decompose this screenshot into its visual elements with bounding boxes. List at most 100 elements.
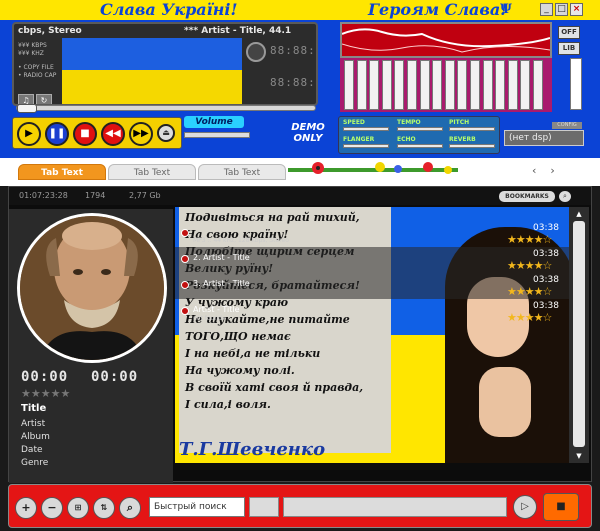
find-button[interactable]: ⌕ <box>119 497 141 519</box>
scroll-up-icon[interactable]: ▲ <box>573 209 585 219</box>
pause-button[interactable]: ❚❚ <box>45 122 69 146</box>
speed-label: SPEED <box>343 119 365 126</box>
eq-band-slider[interactable] <box>495 60 506 110</box>
eq-band-slider[interactable] <box>444 60 455 110</box>
sort-button[interactable]: ⇅ <box>93 497 115 519</box>
player-window: Слава Україні! Героям Слава! Ψ _ □ × cbp… <box>0 0 600 531</box>
total-time-led: 00:00 <box>91 369 139 385</box>
meta-title: Title <box>21 403 47 414</box>
eq-band-slider[interactable] <box>419 60 430 110</box>
previous-button[interactable]: ◀◀ <box>101 122 125 146</box>
seek-slider-handle[interactable] <box>17 104 37 113</box>
not-found-text: not found» <box>193 315 226 322</box>
reverb-slider[interactable] <box>449 144 495 148</box>
bottom-toolbar: + − ⊞ ⇅ ⌕ Быстрый поиск ▷ ■ <box>8 484 592 528</box>
record-icon <box>181 229 189 237</box>
bottom-stop-button[interactable]: ■ <box>543 493 579 521</box>
poem-line: І сила,і воля. <box>185 398 271 411</box>
playlist-search-icon[interactable]: ⌕ <box>559 191 571 202</box>
tab-prev-button[interactable]: ‹ <box>532 164 536 177</box>
record-icon <box>181 255 189 263</box>
eq-band-slider[interactable] <box>470 60 480 110</box>
playlist-mode-slot[interactable] <box>249 497 279 517</box>
playlist-row-rating[interactable]: ★★★★☆ <box>507 233 552 246</box>
playlist-row-4[interactable]: Artist - Title 03:38 ★★★★☆ not found» <box>175 299 569 325</box>
khz-indicator: ¥¥¥ KHZ <box>18 50 44 57</box>
eq-band-slider[interactable] <box>369 60 380 110</box>
add-track-button[interactable]: + <box>15 497 37 519</box>
demo-only-label: DEMO ONLY <box>286 122 330 144</box>
bookmarks-button[interactable]: BOOKMARKS <box>499 191 555 202</box>
next-button[interactable]: ▶▶ <box>129 122 153 146</box>
maximize-button[interactable]: □ <box>555 3 568 16</box>
playlist-row-2[interactable]: 2. Artist - Title 03:38 ★★★★☆ <box>175 247 569 273</box>
eq-preamp-slider[interactable] <box>570 58 582 110</box>
eq-band-slider[interactable] <box>432 60 443 110</box>
play-button[interactable]: ▶ <box>17 122 41 146</box>
playlist-row-duration: 03:38 <box>533 249 559 259</box>
poem-line: ТОГО,ЩО немає <box>185 330 291 343</box>
record-icon <box>181 307 189 315</box>
flowers-decoration-icon <box>288 162 458 174</box>
playlist-row-rating[interactable]: ★★★★☆ <box>507 311 552 324</box>
clock-knob-icon[interactable] <box>246 42 266 62</box>
eq-band-slider[interactable] <box>457 60 468 110</box>
minimize-button[interactable]: _ <box>540 3 553 16</box>
meta-artist: Artist <box>21 419 46 429</box>
playlist-row-3[interactable]: 3. Artist - Title 03:38 ★★★★☆ <box>175 273 569 299</box>
echo-slider[interactable] <box>397 144 443 148</box>
equalizer-bands <box>344 60 548 110</box>
eject-button[interactable]: ⏏ <box>157 124 175 142</box>
eq-band-slider[interactable] <box>533 60 543 110</box>
eq-band-slider[interactable] <box>381 60 392 110</box>
demo-line-2: ONLY <box>293 133 323 144</box>
meta-album: Album <box>21 432 50 442</box>
dsp-config-button[interactable]: CONFIG <box>552 122 582 129</box>
total-size-text: 2,77 Gb <box>129 191 161 200</box>
eq-band-slider[interactable] <box>356 60 367 110</box>
seek-slider[interactable] <box>16 104 316 113</box>
elapsed-time-led: 00:00 <box>21 369 69 385</box>
eq-band-slider[interactable] <box>482 60 493 110</box>
tab-2[interactable]: Tab Text <box>108 164 196 180</box>
playlist-progress-track[interactable] <box>283 497 507 517</box>
playlist-row-1[interactable]: 03:38 ★★★★☆ MP3 :: 44 kHz, 128 kbps, Ste… <box>175 221 569 247</box>
quick-search-input[interactable]: Быстрый поиск <box>149 497 245 517</box>
pitch-slider[interactable] <box>449 127 495 131</box>
flanger-slider[interactable] <box>343 144 389 148</box>
eq-band-slider[interactable] <box>520 60 531 110</box>
poem-line: І на небі,а не тільки <box>185 347 321 360</box>
tab-3[interactable]: Tab Text <box>198 164 286 180</box>
playlist-panel: 01:07:23:28 1794 2,77 Gb BOOKMARKS ⌕ 00:… <box>8 186 592 483</box>
dsp-plugin-select[interactable]: (нет dsp) <box>504 130 584 146</box>
select-button[interactable]: ⊞ <box>67 497 89 519</box>
playlist-row-title: 2. Artist - Title <box>193 253 250 262</box>
speed-slider[interactable] <box>343 127 389 131</box>
mini-led-counter-2: 88:88:88 <box>270 76 316 89</box>
radio-cap-indicator: • RADIO CAP <box>18 72 57 79</box>
tempo-slider[interactable] <box>397 127 443 131</box>
visualization-waveform <box>341 28 551 53</box>
eq-band-slider[interactable] <box>394 60 405 110</box>
eq-band-slider[interactable] <box>407 60 417 110</box>
playlist-row-rating[interactable]: ★★★★☆ <box>507 259 552 272</box>
playlist-row-rating[interactable]: ★★★★☆ <box>507 285 552 298</box>
close-button[interactable]: × <box>570 3 583 16</box>
audio-format-text: cbps, Stereo <box>18 26 82 36</box>
tab-next-button[interactable]: › <box>550 164 554 177</box>
stop-button[interactable]: ■ <box>73 122 97 146</box>
bottom-play-button[interactable]: ▷ <box>513 495 537 519</box>
eq-band-slider[interactable] <box>507 60 518 110</box>
playlist-scrollbar[interactable]: ▲ ▼ <box>569 207 589 463</box>
equalizer-panel <box>340 58 552 112</box>
mp3-info-text: MP3 :: 44 kHz, 128 kbps, Stereo <box>193 237 289 244</box>
eq-lib-button[interactable]: LIB <box>558 42 580 55</box>
eq-off-button[interactable]: OFF <box>558 26 580 39</box>
remove-track-button[interactable]: − <box>41 497 63 519</box>
scroll-down-icon[interactable]: ▼ <box>573 451 585 461</box>
eq-band-slider[interactable] <box>344 60 354 110</box>
volume-slider[interactable] <box>184 132 250 138</box>
tab-1[interactable]: Tab Text <box>18 164 106 180</box>
rating-stars[interactable]: ★★★★★ <box>21 387 70 400</box>
scrollbar-thumb[interactable] <box>573 221 585 447</box>
